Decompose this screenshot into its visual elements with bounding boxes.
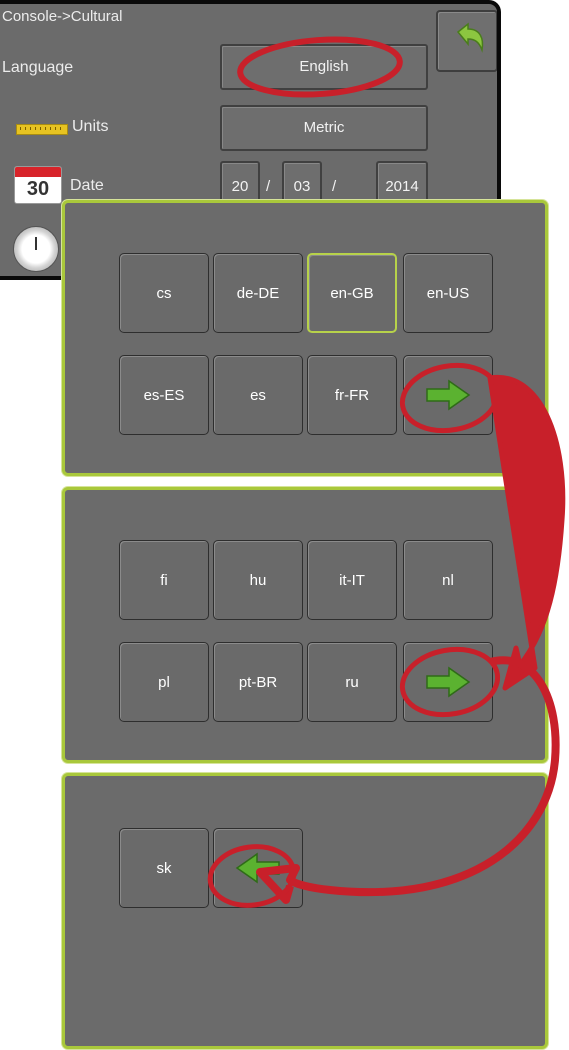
language-key-pt-BR[interactable]: pt-BR bbox=[213, 642, 303, 722]
previous-page-button[interactable] bbox=[213, 828, 303, 908]
language-key-sk[interactable]: sk bbox=[119, 828, 209, 908]
clock-icon bbox=[13, 226, 59, 272]
date-label: Date bbox=[70, 177, 104, 194]
language-key-de-DE[interactable]: de-DE bbox=[213, 253, 303, 333]
language-key-es[interactable]: es bbox=[213, 355, 303, 435]
next-page-button[interactable] bbox=[403, 642, 493, 722]
ruler-icon bbox=[16, 124, 68, 135]
language-key-hu[interactable]: hu bbox=[213, 540, 303, 620]
calendar-number: 30 bbox=[26, 178, 50, 200]
language-key-ru[interactable]: ru bbox=[307, 642, 397, 722]
language-key-en-GB[interactable]: en-GB bbox=[307, 253, 397, 333]
next-arrow-icon bbox=[426, 379, 471, 411]
back-arrow-icon bbox=[456, 22, 484, 53]
language-key-pl[interactable]: pl bbox=[119, 642, 209, 722]
language-key-fr-FR[interactable]: fr-FR bbox=[307, 355, 397, 435]
units-select[interactable]: Metric bbox=[220, 105, 428, 151]
language-key-en-US[interactable]: en-US bbox=[403, 253, 493, 333]
language-keypad-page-3: sk bbox=[62, 773, 548, 1049]
calendar-icon: 30 bbox=[14, 166, 62, 204]
language-label: Language bbox=[2, 59, 74, 76]
date-separator: / bbox=[332, 178, 337, 195]
next-arrow-icon bbox=[426, 666, 471, 698]
units-label: Units bbox=[72, 118, 109, 135]
language-key-cs[interactable]: cs bbox=[119, 253, 209, 333]
back-button[interactable] bbox=[436, 10, 497, 72]
language-keypad-page-2: fi hu it-IT nl pl pt-BR ru bbox=[62, 487, 548, 763]
language-select[interactable]: English bbox=[220, 44, 428, 90]
previous-arrow-icon bbox=[235, 852, 280, 884]
language-keypad-page-1: cs de-DE en-GB en-US es-ES es fr-FR bbox=[62, 200, 548, 476]
language-key-fi[interactable]: fi bbox=[119, 540, 209, 620]
language-key-es-ES[interactable]: es-ES bbox=[119, 355, 209, 435]
next-page-button[interactable] bbox=[403, 355, 493, 435]
screen-title: Console->Cultural bbox=[2, 8, 123, 25]
language-key-it-IT[interactable]: it-IT bbox=[307, 540, 397, 620]
date-separator: / bbox=[266, 178, 271, 195]
language-key-nl[interactable]: nl bbox=[403, 540, 493, 620]
